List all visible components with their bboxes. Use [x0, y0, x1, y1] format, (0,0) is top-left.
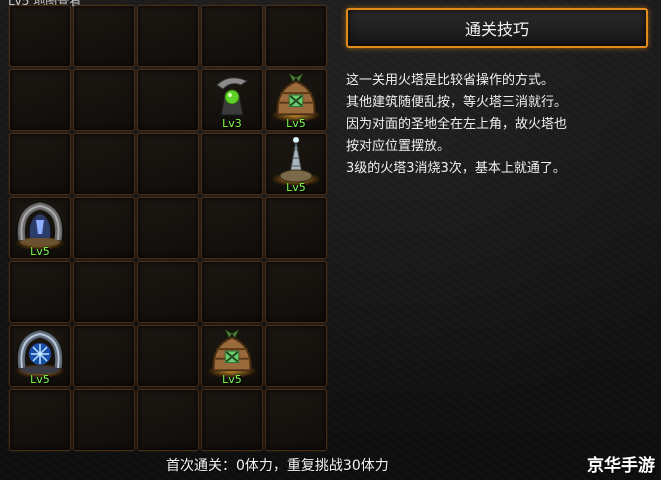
grid-cell[interactable] — [265, 5, 327, 67]
grid-cell[interactable]: Lv5 — [9, 197, 71, 259]
unit-level-label: Lv5 — [30, 245, 50, 258]
grid-cell[interactable] — [73, 133, 135, 195]
grid-cell[interactable] — [73, 197, 135, 259]
grid-cell[interactable]: Lv5 — [201, 325, 263, 387]
grid-cell[interactable] — [137, 261, 199, 323]
grid-cell[interactable] — [73, 69, 135, 131]
grid-cell[interactable]: Lv5 — [9, 325, 71, 387]
grid-cell[interactable] — [73, 261, 135, 323]
grid-cell[interactable] — [201, 261, 263, 323]
grid-cell[interactable] — [201, 5, 263, 67]
grid-cell[interactable] — [137, 133, 199, 195]
grid-cell[interactable]: Lv5 — [265, 133, 327, 195]
unit-level-label: Lv5 — [222, 373, 242, 386]
grid-cell[interactable]: Lv3 — [201, 69, 263, 131]
grid-cell[interactable] — [137, 5, 199, 67]
grid-cell[interactable] — [9, 5, 71, 67]
tip-line: 其他建筑随便乱按，等火塔三消就行。 — [346, 95, 568, 110]
grid-cell[interactable] — [137, 325, 199, 387]
grid-cell[interactable] — [73, 5, 135, 67]
grid-cell[interactable] — [9, 69, 71, 131]
unit-level-label: Lv5 — [286, 117, 306, 130]
tip-line: 这一关用火塔是比较省操作的方式。 — [346, 73, 555, 88]
grid-cell[interactable]: Lv5 — [265, 69, 327, 131]
tip-line: 按对应位置摆放。 — [346, 139, 451, 154]
stamina-cost-text: 首次通关：0体力，重复挑战30体力 — [166, 458, 389, 474]
grid-cell[interactable] — [137, 389, 199, 451]
unit-level-label: Lv3 — [222, 117, 242, 130]
unit-level-label: Lv5 — [30, 373, 50, 386]
grid-cell[interactable] — [265, 261, 327, 323]
grid-cell[interactable] — [201, 133, 263, 195]
tips-text: 这一关用火塔是比较省操作的方式。 其他建筑随便乱按，等火塔三消就行。 因为对面的… — [346, 70, 646, 180]
grid-cell[interactable] — [201, 197, 263, 259]
grid-cell[interactable] — [9, 133, 71, 195]
grid-cell[interactable] — [9, 261, 71, 323]
tips-title: 通关技巧 — [346, 8, 648, 48]
grid-cell[interactable] — [265, 325, 327, 387]
grid-cell[interactable] — [73, 325, 135, 387]
watermark-logo: 京华手游 — [587, 456, 655, 476]
tip-line: 因为对面的圣地全在左上角，故火塔也 — [346, 117, 568, 132]
tower-grid: Lv3 Lv5 Lv5 Lv5 Lv5 Lv5 — [8, 4, 328, 452]
tip-line: 3级的火塔3消烧3次，基本上就通了。 — [346, 161, 566, 176]
grid-cell[interactable] — [137, 69, 199, 131]
unit-level-label: Lv5 — [286, 181, 306, 194]
grid-cell[interactable] — [137, 197, 199, 259]
grid-cell[interactable] — [9, 389, 71, 451]
grid-cell[interactable] — [73, 389, 135, 451]
grid-cell[interactable] — [201, 389, 263, 451]
grid-cell[interactable] — [265, 389, 327, 451]
grid-cell[interactable] — [265, 197, 327, 259]
